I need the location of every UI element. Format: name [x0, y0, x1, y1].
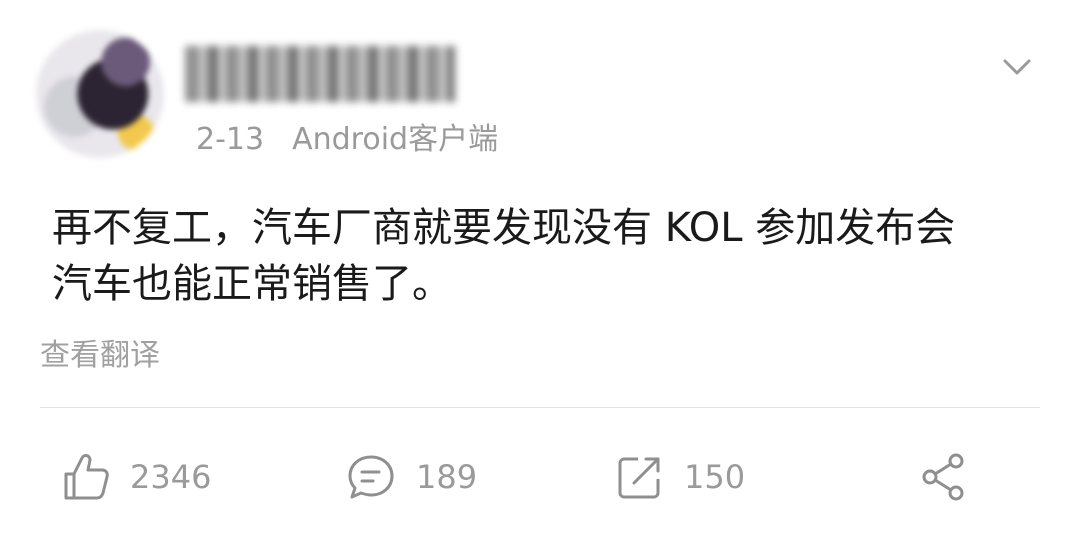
comment-bubble-icon [346, 452, 396, 502]
post-text-line: 再不复工，汽车厂商就要发现没有 KOL 参加发布会 [52, 205, 956, 251]
comment-count: 189 [416, 458, 478, 496]
repost-arrow-icon [616, 453, 664, 501]
post-text: 再不复工，汽车厂商就要发现没有 KOL 参加发布会 汽车也能正常销售了。 [52, 200, 1062, 312]
post-meta: 2-13 Android客户端 [196, 114, 498, 158]
post-date: 2-13 [196, 122, 265, 157]
username-blurred[interactable] [185, 46, 455, 102]
avatar[interactable] [36, 30, 164, 158]
chevron-down-icon[interactable] [1000, 50, 1034, 84]
post-source: Android客户端 [292, 122, 499, 157]
translate-link[interactable]: 查看翻译 [40, 330, 160, 374]
repost-button[interactable]: 150 [616, 450, 745, 504]
share-icon [916, 449, 972, 505]
like-button[interactable]: 2346 [62, 450, 211, 504]
thumbs-up-icon [62, 452, 110, 502]
repost-count: 150 [684, 458, 746, 496]
post-text-line: 汽车也能正常销售了。 [52, 261, 452, 307]
comment-button[interactable]: 189 [346, 450, 477, 504]
share-button[interactable] [916, 450, 972, 504]
like-count: 2346 [130, 458, 212, 496]
divider [40, 407, 1040, 408]
